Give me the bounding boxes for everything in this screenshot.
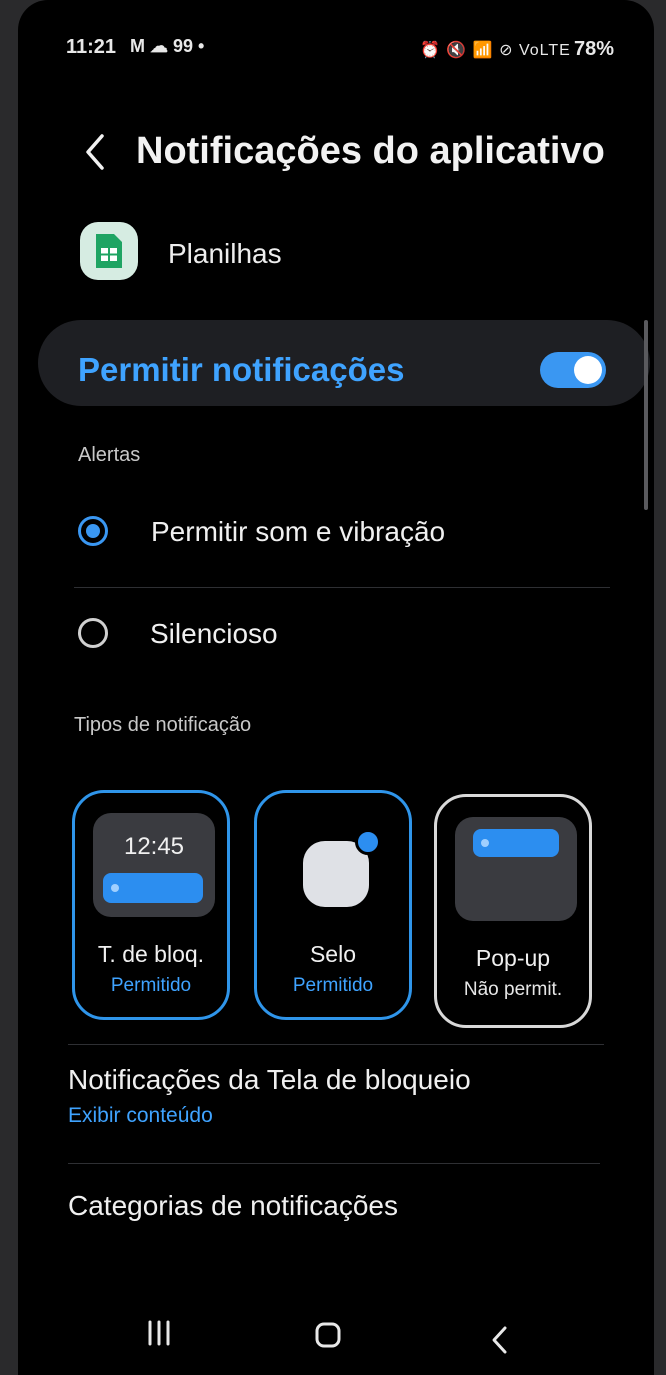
page-title: Notificações do aplicativo [136, 130, 605, 172]
toggle-knob [574, 356, 602, 384]
preview-time: 12:45 [123, 833, 185, 860]
alerts-section-label: Alertas [78, 444, 141, 466]
badge-type-card[interactable]: Selo Permitido [254, 790, 412, 1020]
nav-back-icon [492, 1326, 507, 1354]
popup-preview [455, 817, 577, 921]
status-right-icons: ⏰ 🔇 📶 ⊘ VoLTE [420, 42, 571, 59]
allow-notifications-label[interactable]: Permitir notificações [78, 351, 404, 389]
allow-notifications-toggle[interactable] [540, 352, 606, 388]
lock-screen-preview: 12:45 [93, 813, 215, 917]
status-left-icons: M ☁ 99 • [130, 36, 205, 56]
notification-types-label: Tipos de notificação [74, 714, 252, 736]
divider [74, 587, 610, 588]
phone-screen: 11:21 M ☁ 99 • ⏰ 🔇 📶 ⊘ VoLTE 78% Notific… [18, 0, 654, 1375]
divider [68, 1044, 604, 1045]
popup-notification-bar [473, 829, 559, 857]
radio-selected-icon[interactable] [78, 516, 108, 546]
battery-level: 78% [574, 38, 615, 60]
scrollbar[interactable] [644, 320, 648, 510]
status-time: 11:21 [66, 36, 117, 58]
radio-silent[interactable]: Silencioso [74, 604, 634, 666]
nav-back-button[interactable] [482, 1312, 516, 1368]
chevron-left-icon [86, 134, 104, 170]
radio-label-sound-vibration: Permitir som e vibração [151, 516, 446, 547]
type-card-title: T. de bloq. [97, 941, 205, 967]
radio-unselected-icon[interactable] [78, 618, 108, 648]
radio-label-silent: Silencioso [150, 618, 278, 649]
sheets-app-icon[interactable] [80, 222, 138, 280]
recent-apps-icon [148, 1320, 170, 1346]
type-card-title: Pop-up [475, 945, 551, 971]
badge-dot-icon [355, 829, 381, 855]
home-button[interactable] [306, 1310, 350, 1360]
lock-screen-notifications-subtitle: Exibir conteúdo [68, 1104, 213, 1127]
lock-screen-notifications-row[interactable]: Notificações da Tela de bloqueio Exibir … [68, 1062, 608, 1134]
recent-apps-button[interactable] [138, 1308, 180, 1358]
type-card-status: Permitido [292, 975, 374, 996]
badge-preview [275, 813, 397, 917]
type-card-status: Permitido [110, 975, 192, 996]
preview-notification-bar [103, 873, 203, 903]
app-name: Planilhas [168, 238, 282, 269]
divider [68, 1163, 600, 1164]
lock-screen-type-card[interactable]: 12:45 T. de bloq. Permitido [72, 790, 230, 1020]
radio-sound-vibration[interactable]: Permitir som e vibração [74, 500, 634, 562]
spreadsheet-icon [96, 234, 122, 268]
notification-categories-row[interactable]: Categorias de notificações [68, 1190, 398, 1222]
type-card-title: Selo [309, 941, 357, 967]
back-button[interactable] [82, 132, 108, 172]
popup-type-card[interactable]: Pop-up Não permit. [434, 794, 592, 1028]
type-card-status: Não permit. [463, 979, 563, 1000]
lock-screen-notifications-title: Notificações da Tela de bloqueio [68, 1064, 471, 1095]
home-icon [315, 1322, 341, 1348]
